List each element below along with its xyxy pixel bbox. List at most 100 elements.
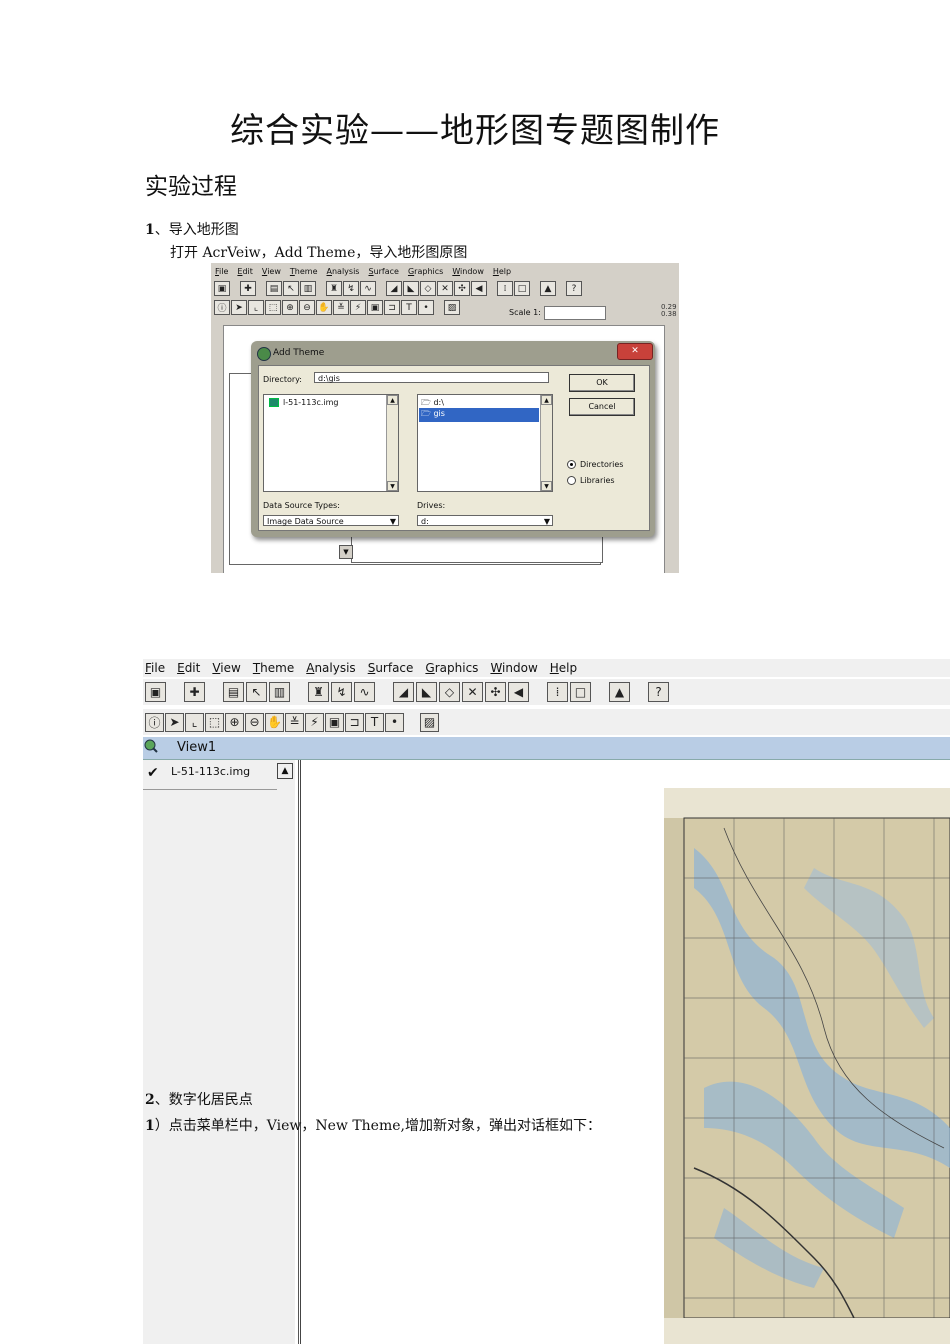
save-icon[interactable]: ▣	[145, 682, 166, 702]
close-button[interactable]: ✕	[617, 343, 653, 360]
hotlink-icon[interactable]: ⚡	[305, 712, 324, 732]
identify-icon[interactable]: ⓘ	[214, 300, 230, 315]
pointer-icon[interactable]: ➤	[231, 300, 247, 315]
help-icon[interactable]: ?	[648, 682, 669, 702]
file-list-scrollbar[interactable]: ▲ ▼	[386, 395, 398, 491]
hotlink-icon[interactable]: ⚡	[350, 300, 366, 315]
zoom-out-icon[interactable]: ⊖	[245, 712, 264, 732]
label-icon[interactable]: ⊐	[384, 300, 400, 315]
layer-name[interactable]: L-51-113c.img	[171, 765, 250, 778]
label-icon[interactable]: ⊐	[345, 712, 364, 732]
menu-graphics[interactable]: Graphics	[425, 661, 478, 675]
menu-file[interactable]: File	[215, 267, 228, 276]
vertex-edit-icon[interactable]: ⌞	[185, 712, 204, 732]
menu-analysis[interactable]: Analysis	[327, 267, 360, 276]
theme-properties-icon[interactable]: ▤	[223, 682, 244, 702]
drives-select[interactable]: d: ▼	[417, 515, 553, 526]
menu-file[interactable]: File	[145, 661, 165, 675]
menu-surface[interactable]: Surface	[368, 661, 414, 675]
theme-properties-icon[interactable]: ▤	[266, 281, 282, 296]
menu-window[interactable]: Window	[490, 661, 537, 675]
open-table-icon[interactable]: ▥	[269, 682, 290, 702]
menu-view[interactable]: View	[262, 267, 281, 276]
query-icon[interactable]: ∿	[360, 281, 376, 296]
menu-analysis[interactable]: Analysis	[306, 661, 355, 675]
pan-icon[interactable]: ✋	[265, 712, 284, 732]
select-features-icon[interactable]: ⁞	[547, 682, 568, 702]
select-features-icon[interactable]: ⁞	[497, 281, 513, 296]
find-icon[interactable]: ♜	[326, 281, 342, 296]
select-feature-icon[interactable]: ⬚	[265, 300, 281, 315]
snap-icon[interactable]: ▨	[420, 712, 439, 732]
draw-point-icon[interactable]: •	[385, 712, 404, 732]
menu-surface[interactable]: Surface	[368, 267, 398, 276]
zoom-active-icon[interactable]: ◣	[416, 682, 437, 702]
menu-window[interactable]: Window	[452, 267, 484, 276]
ok-button[interactable]: OK	[569, 374, 635, 392]
zoom-selected-icon[interactable]: ◇	[439, 682, 460, 702]
text-icon[interactable]: T	[365, 712, 384, 732]
layer-checkbox-icon[interactable]: ✔	[147, 765, 159, 781]
add-theme-icon[interactable]: ✚	[184, 682, 205, 702]
zoom-selected-icon[interactable]: ◇	[420, 281, 436, 296]
directory-field[interactable]: d:\gis	[314, 372, 549, 383]
menu-help[interactable]: Help	[493, 267, 511, 276]
chart-icon[interactable]: ▲	[609, 682, 630, 702]
select-feature-icon[interactable]: ⬚	[205, 712, 224, 732]
zoom-out-icon[interactable]: ⊖	[299, 300, 315, 315]
measure-icon[interactable]: ≚	[285, 712, 304, 732]
vertex-edit-icon[interactable]: ⌞	[248, 300, 264, 315]
list-item-selected[interactable]: 🗁 gis	[419, 408, 539, 422]
zoom-active-icon[interactable]: ◣	[403, 281, 419, 296]
toc-divider[interactable]	[295, 760, 299, 1344]
pointer-icon[interactable]: ➤	[165, 712, 184, 732]
save-icon[interactable]: ▣	[214, 281, 230, 296]
zoom-in-icon[interactable]: ⊕	[225, 712, 244, 732]
edit-legend-icon[interactable]: ↖	[283, 281, 299, 296]
draw-point-icon[interactable]: •	[418, 300, 434, 315]
zoom-out-fixed-icon[interactable]: ✣	[454, 281, 470, 296]
list-item[interactable]: l-51-113c.img	[269, 398, 338, 407]
data-source-select[interactable]: Image Data Source ▼	[263, 515, 399, 526]
zoom-in-fixed-icon[interactable]: ✕	[462, 682, 483, 702]
menu-help[interactable]: Help	[550, 661, 577, 675]
scroll-up-icon[interactable]: ▲	[541, 395, 552, 405]
menu-graphics[interactable]: Graphics	[408, 267, 443, 276]
clear-selection-icon[interactable]: □	[514, 281, 530, 296]
area-of-interest-icon[interactable]: ▣	[367, 300, 383, 315]
radio-libraries[interactable]: Libraries	[567, 476, 615, 485]
zoom-in-fixed-icon[interactable]: ✕	[437, 281, 453, 296]
zoom-in-icon[interactable]: ⊕	[282, 300, 298, 315]
locate-icon[interactable]: ↯	[331, 682, 352, 702]
cancel-button[interactable]: Cancel	[569, 398, 635, 416]
radio-directories[interactable]: Directories	[567, 460, 623, 469]
zoom-previous-icon[interactable]: ◀	[471, 281, 487, 296]
edit-legend-icon[interactable]: ↖	[246, 682, 267, 702]
pan-icon[interactable]: ✋	[316, 300, 332, 315]
zoom-full-icon[interactable]: ◢	[393, 682, 414, 702]
scroll-up-icon[interactable]: ▲	[387, 395, 398, 405]
menu-edit[interactable]: Edit	[237, 267, 253, 276]
measure-icon[interactable]: ≚	[333, 300, 349, 315]
menu-theme[interactable]: Theme	[290, 267, 318, 276]
menu-view[interactable]: View	[212, 661, 240, 675]
menu-edit[interactable]: Edit	[177, 661, 200, 675]
identify-icon[interactable]: ⓘ	[145, 712, 164, 732]
area-of-interest-icon[interactable]: ▣	[325, 712, 344, 732]
menu-theme[interactable]: Theme	[253, 661, 294, 675]
scroll-down-icon[interactable]: ▼	[541, 481, 552, 491]
clear-selection-icon[interactable]: □	[570, 682, 591, 702]
find-icon[interactable]: ♜	[308, 682, 329, 702]
folder-list[interactable]: 🗁 d:\ 🗁 gis ▲ ▼	[417, 394, 553, 492]
zoom-previous-icon[interactable]: ◀	[508, 682, 529, 702]
scroll-down-icon[interactable]: ▼	[387, 481, 398, 491]
folder-list-scrollbar[interactable]: ▲ ▼	[540, 395, 552, 491]
snap-icon[interactable]: ▨	[444, 300, 460, 315]
query-icon[interactable]: ∿	[354, 682, 375, 702]
zoom-out-fixed-icon[interactable]: ✣	[485, 682, 506, 702]
help-icon[interactable]: ?	[566, 281, 582, 296]
zoom-full-icon[interactable]: ◢	[386, 281, 402, 296]
chart-icon[interactable]: ▲	[540, 281, 556, 296]
scale-input[interactable]	[544, 306, 606, 320]
open-table-icon[interactable]: ▥	[300, 281, 316, 296]
